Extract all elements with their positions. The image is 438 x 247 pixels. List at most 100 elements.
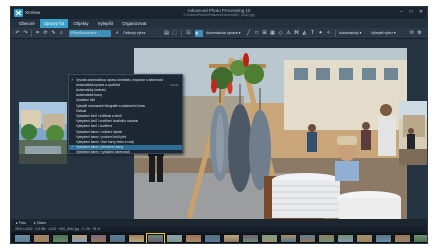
filmstrip-thumbnail[interactable] — [14, 234, 31, 243]
toolbar-divider — [181, 30, 182, 37]
filmstrip-thumbnail[interactable] — [261, 234, 278, 243]
square-icon[interactable]: □ — [253, 30, 260, 37]
automatic-button[interactable]: Automatický ▾ — [339, 30, 369, 37]
tab-video-label: Video — [36, 220, 46, 225]
filmstrip-thumbnail[interactable] — [280, 234, 297, 243]
filmstrip-thumbnail[interactable] — [185, 234, 202, 243]
toolbar-divider — [335, 30, 336, 37]
active-tool-icon[interactable]: ▣ — [195, 30, 203, 37]
drop-icon[interactable]: ◭ — [301, 30, 308, 37]
filmstrip-thumbnail[interactable] — [204, 234, 221, 243]
title-bar: XnView Advanced Photo Processing 10 C:\U… — [11, 7, 427, 19]
menu-enhance[interactable]: Vylepšit — [94, 19, 118, 28]
adjust-icon[interactable]: ⊡ — [185, 30, 192, 37]
tab-photo-label: Foto — [18, 220, 27, 225]
filmstrip-thumbnail[interactable] — [223, 234, 240, 243]
menu-organize[interactable]: Organizovat — [118, 19, 150, 28]
photo-left[interactable] — [19, 102, 67, 164]
redo-icon[interactable]: ↷ — [22, 30, 29, 37]
maximize-icon[interactable]: □ — [408, 9, 414, 15]
app-window: XnView Advanced Photo Processing 10 C:\U… — [10, 6, 428, 244]
menu-option-label: Vylepšení tónů / rozšíření tonálního roz… — [76, 119, 139, 124]
bottom-tab-bar: ▸ Foto ▸ Video — [11, 219, 427, 226]
menu-option-label: Vylepšení barev / posílení tónů pleti — [76, 134, 127, 139]
enhance-crop-label: Vylepšit výřez — [371, 31, 394, 35]
menu-general[interactable]: Obecné — [15, 19, 39, 28]
frame-icon[interactable]: ⊞ — [261, 30, 268, 37]
filmstrip-thumbnail[interactable] — [90, 234, 107, 243]
filmstrip-thumbnail[interactable] — [394, 234, 411, 243]
diamond-icon[interactable]: ◇ — [277, 30, 284, 37]
photo-right[interactable] — [399, 101, 427, 165]
select-icon[interactable]: ⬚ — [171, 30, 178, 37]
auto-adjust-label: Přizpůsobovat — [71, 31, 94, 35]
menu-option-label: Automatická úprava a vyvážení — [76, 82, 121, 87]
toolbar: ↶ ↷ ⌗ ⟳ ✎ ⌕ Přizpůsobovat ▾ ◐ Celkový vý… — [11, 28, 427, 39]
crop-icon[interactable]: ⌗ — [34, 30, 41, 37]
settings-icon[interactable]: ⚙ — [416, 30, 423, 37]
filmstrip-thumbnail[interactable] — [242, 234, 259, 243]
auto-adjust-dropdown[interactable]: Přizpůsobovat ▾ — [69, 30, 111, 37]
menu-option-label: Vylepšení tónů / osvětlení — [76, 124, 113, 129]
menu-option-label: Vylepšení barev / zvýšení sytosti — [76, 129, 123, 134]
rotate-icon[interactable]: ⟳ — [42, 30, 49, 37]
auto-mode-label: Automatická úprava — [206, 31, 238, 35]
auto-mode-button[interactable]: Automatická úprava ▾ — [206, 30, 242, 37]
filmstrip-thumbnail[interactable] — [33, 234, 50, 243]
filmstrip-thumbnail[interactable] — [71, 234, 88, 243]
menu-option-label: Vylepšení barev / přirozené barvy — [76, 145, 124, 150]
menu-option-label: Vylepšení tónů / světlosti a stínů — [76, 113, 122, 118]
check-icon: ✓ — [71, 77, 74, 82]
sparkle-icon[interactable]: ✧ — [325, 30, 332, 37]
close-icon[interactable]: ✕ — [418, 9, 424, 15]
zoom-icon[interactable]: ⌕ — [58, 30, 65, 37]
half-circle-icon[interactable]: ◐ — [114, 30, 121, 37]
check-icon: ✓ — [71, 145, 74, 150]
menu-option-label: Ostrost — [76, 108, 87, 113]
automatic-label: Automatický — [339, 31, 359, 35]
tab-video[interactable]: ▸ Video — [34, 221, 46, 225]
menu-photo-edit[interactable]: Úpravy fot — [39, 19, 69, 28]
tab-photo[interactable]: ▸ Foto — [16, 221, 26, 225]
menu-option-label: Vyvolat automatickou úpravu kontrastu, e… — [76, 77, 164, 82]
refresh-icon[interactable]: ⟲ — [408, 30, 415, 37]
mode-button[interactable]: Celkový výřez — [123, 30, 163, 37]
menu-option-label: Vyvážení bílé — [76, 98, 96, 103]
shortcut-label: Ctrl+E — [169, 82, 178, 87]
filmstrip — [11, 232, 427, 243]
filmstrip-thumbnail[interactable] — [337, 234, 354, 243]
text-icon[interactable]: T — [309, 30, 316, 37]
enhance-crop-button[interactable]: Vylepšit výřez ▾ — [371, 30, 405, 37]
tag-icon[interactable]: ⌘ — [293, 30, 300, 37]
grid-icon[interactable]: ▦ — [269, 30, 276, 37]
filmstrip-thumbnail[interactable] — [146, 233, 165, 243]
filmstrip-thumbnail[interactable] — [375, 234, 392, 243]
menu-option[interactable]: Vylepšení barev / vyvážení barevnosti — [69, 150, 182, 155]
layers-icon[interactable]: ▤ — [163, 30, 170, 37]
filmstrip-thumbnail[interactable] — [356, 234, 373, 243]
filmstrip-thumbnail[interactable] — [413, 234, 427, 243]
menu-option-label: Automatický kontrast — [76, 87, 106, 92]
image-view[interactable]: ✓ Vyvolat automatickou úpravu kontrastu, … — [11, 39, 427, 221]
mode-label: Celkový výřez — [123, 31, 146, 35]
menu-option-label: Vylepšit rozmazané fotografie a odstraně… — [76, 103, 146, 108]
filmstrip-thumbnail[interactable] — [299, 234, 316, 243]
toolbar-divider — [31, 30, 32, 37]
undo-icon[interactable]: ↶ — [14, 30, 21, 37]
menu-option-label: Vylepšení barev / živé barvy nebe a vody — [76, 139, 134, 144]
filmstrip-thumbnail[interactable] — [109, 234, 126, 243]
menu-option-label: Vylepšení barev / vyvážení barevnosti — [76, 150, 130, 155]
brush-icon[interactable]: ✎ — [50, 30, 57, 37]
warning-icon[interactable]: ⚠ — [285, 30, 292, 37]
filmstrip-thumbnail[interactable] — [318, 234, 335, 243]
auto-adjust-menu: ✓ Vyvolat automatickou úpravu kontrastu, … — [68, 74, 183, 154]
filmstrip-thumbnail[interactable] — [52, 234, 69, 243]
window-controls: – □ ✕ — [398, 9, 424, 15]
filmstrip-thumbnail[interactable] — [166, 234, 183, 243]
line-icon[interactable]: ╱ — [245, 30, 252, 37]
minimize-icon[interactable]: – — [398, 9, 404, 15]
menu-bar: Obecné Úpravy fot Objekty Vylepšit Organ… — [11, 19, 427, 28]
star-icon[interactable]: ✦ — [317, 30, 324, 37]
filmstrip-thumbnail[interactable] — [128, 234, 145, 243]
menu-objects[interactable]: Objekty — [69, 19, 92, 28]
